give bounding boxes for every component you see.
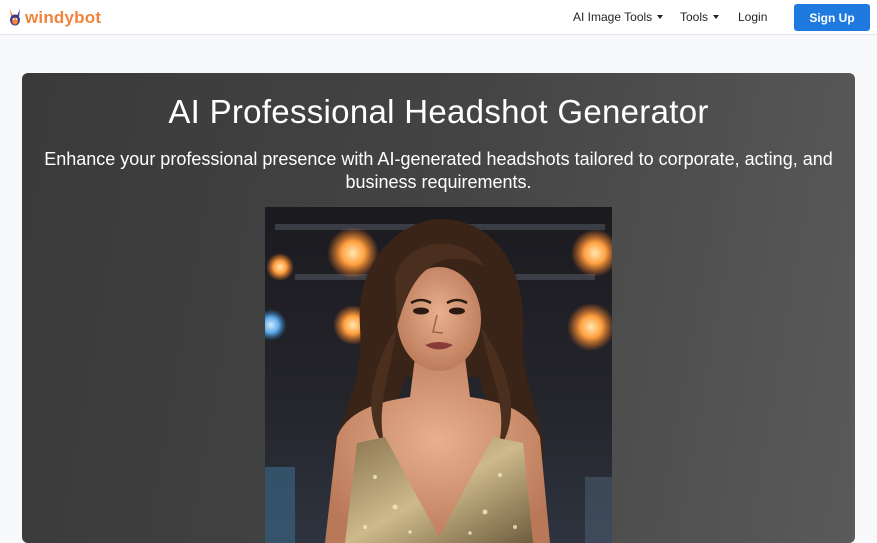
brand-name: windybot: [25, 8, 102, 27]
brand-link[interactable]: windybot: [7, 6, 101, 30]
rabbit-logo-icon: [10, 9, 20, 26]
top-navbar: windybot AI Image Tools Tools Login Sign…: [0, 0, 877, 35]
nav-login-label: Login: [738, 10, 768, 24]
nav-tools-label: Tools: [680, 10, 709, 24]
caret-down-icon: [713, 15, 720, 19]
caret-down-icon: [657, 15, 664, 19]
nav-tools[interactable]: Tools: [680, 10, 720, 24]
page-title: AI Professional Headshot Generator: [168, 93, 709, 130]
nav-ai-image-tools[interactable]: AI Image Tools: [573, 10, 664, 24]
headshot-sample-image: [265, 207, 612, 543]
hero-section: AI Professional Headshot Generator Enhan…: [22, 73, 855, 543]
hero-subtitle: Enhance your professional presence with …: [44, 149, 833, 192]
nav-ai-image-tools-label: AI Image Tools: [573, 10, 653, 24]
nav-login[interactable]: Login: [738, 10, 767, 24]
sign-up-button[interactable]: Sign Up: [794, 4, 870, 31]
